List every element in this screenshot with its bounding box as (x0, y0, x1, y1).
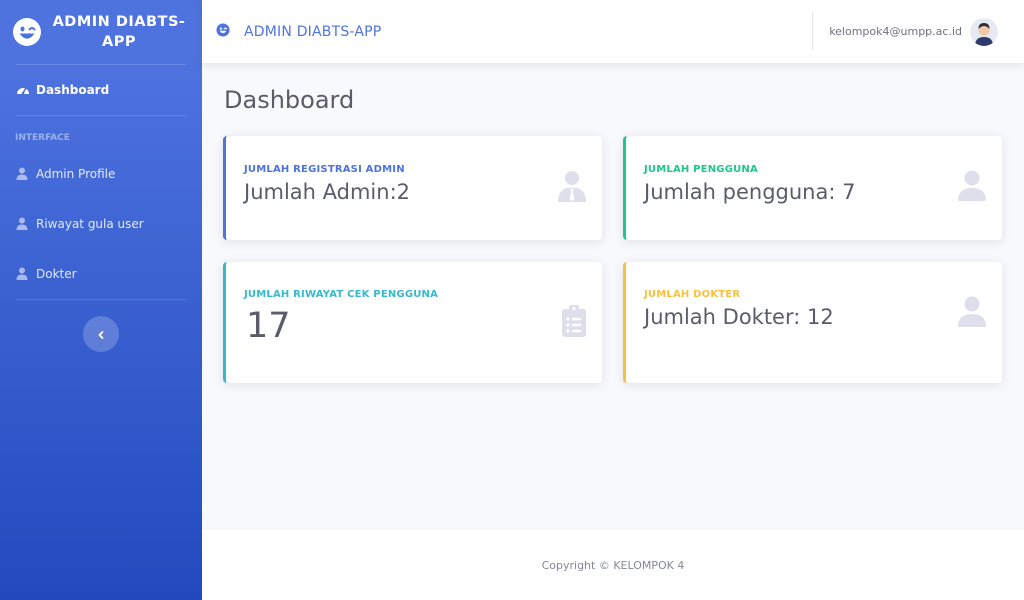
sidebar-item-label: Admin Profile (36, 167, 116, 181)
user-icon (958, 170, 986, 205)
user-menu[interactable]: kelompok4@umpp.ac.id (829, 0, 998, 63)
sidebar-item-label: Riwayat gula user (36, 217, 144, 231)
card-label: JUMLAH PENGGUNA (644, 164, 758, 175)
topbar: ADMIN DIABTS-APP kelompok4@umpp.ac.id (202, 0, 1024, 63)
user-icon (16, 267, 30, 281)
topbar-brand[interactable]: ADMIN DIABTS-APP (202, 22, 381, 41)
card-value: Jumlah Admin:2 (244, 180, 411, 204)
footer-copyright: Copyright © KELOMPOK 4 (541, 558, 685, 572)
sidebar-toggle-wrap (0, 300, 202, 352)
user-icon (16, 167, 30, 181)
user-icon (958, 296, 986, 331)
laugh-wink-icon (12, 17, 42, 47)
tachometer-icon (16, 83, 30, 97)
sidebar-brand[interactable]: ADMIN DIABTS-APP (0, 0, 202, 64)
stat-card-riwayat: JUMLAH RIWAYAT CEK PENGGUNA 17 (223, 262, 602, 383)
clipboard-list-icon (562, 305, 586, 341)
card-label: JUMLAH DOKTER (644, 289, 741, 300)
sidebar-item-admin-profile[interactable]: Admin Profile (0, 149, 202, 199)
topbar-divider (812, 12, 813, 50)
card-label: JUMLAH REGISTRASI ADMIN (244, 164, 405, 175)
card-value: Jumlah Dokter: 12 (644, 305, 834, 329)
sidebar-item-label: Dokter (36, 267, 77, 281)
user-icon (16, 217, 30, 231)
sidebar-item-riwayat-gula-user[interactable]: Riwayat gula user (0, 199, 202, 249)
card-label: JUMLAH RIWAYAT CEK PENGGUNA (244, 289, 439, 300)
user-tie-icon (558, 170, 586, 206)
sidebar: ADMIN DIABTS-APP Dashboard INTERFACE Adm… (0, 0, 202, 600)
stat-card-pengguna: JUMLAH PENGGUNA Jumlah pengguna: 7 (623, 136, 1002, 240)
page-title: Dashboard (224, 86, 355, 114)
footer: Copyright © KELOMPOK 4 (202, 530, 1024, 600)
user-email: kelompok4@umpp.ac.id (829, 25, 962, 38)
topbar-title: ADMIN DIABTS-APP (244, 23, 382, 40)
sidebar-item-label: Dashboard (36, 83, 110, 97)
avatar (970, 17, 998, 46)
brand-name: ADMIN DIABTS-APP (52, 14, 186, 50)
card-value: Jumlah pengguna: 7 (644, 180, 856, 204)
laugh-wink-icon (216, 22, 230, 41)
sidebar-item-dokter[interactable]: Dokter (0, 249, 202, 299)
card-value: 17 (246, 306, 291, 346)
sidebar-toggle-button[interactable] (83, 316, 119, 352)
sidebar-heading: INTERFACE (15, 133, 70, 143)
stat-card-dokter: JUMLAH DOKTER Jumlah Dokter: 12 (623, 262, 1002, 383)
chevron-left-icon (96, 325, 106, 344)
sidebar-item-dashboard[interactable]: Dashboard (0, 65, 202, 115)
stat-card-admin: JUMLAH REGISTRASI ADMIN Jumlah Admin:2 (223, 136, 602, 240)
